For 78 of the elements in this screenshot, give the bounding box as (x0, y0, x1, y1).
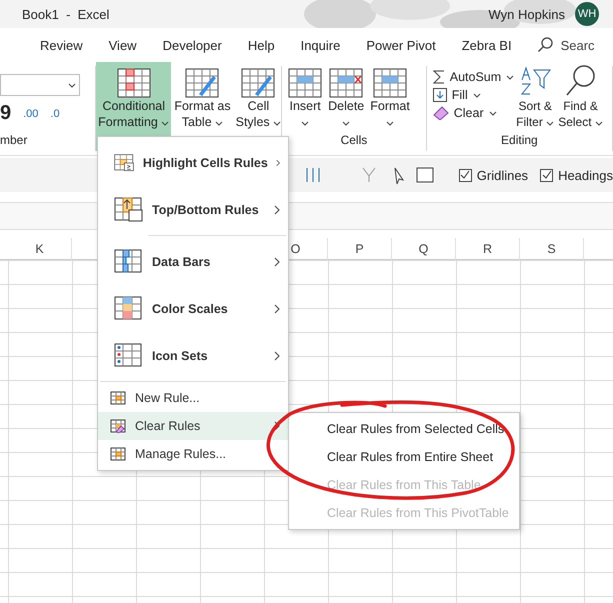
search-field[interactable]: Searc (560, 38, 595, 52)
chevron-icon (488, 110, 497, 116)
ribbon-button[interactable]: Insert (286, 62, 324, 133)
menu-item[interactable]: Clear Rules from Selected Cells (289, 415, 519, 443)
ribbon-tab[interactable]: Help (234, 38, 288, 52)
chevron-icon (506, 74, 514, 80)
ribbon-button[interactable]: Clear (432, 104, 514, 122)
ribbon-tab[interactable]: Inquire (288, 38, 354, 52)
column-header[interactable]: Q (392, 238, 456, 260)
new-rule-icon (110, 391, 126, 405)
clear-rules-icon (110, 419, 126, 433)
eraser-icon (432, 106, 449, 120)
ribbon-button[interactable]: Find & Select (556, 62, 605, 133)
menu-item[interactable]: New Rule... (98, 384, 288, 412)
chevron-icon (342, 121, 350, 126)
table-icon (185, 68, 220, 98)
icon-sets-icon (114, 342, 144, 368)
top-bottom-rules-icon (114, 196, 144, 222)
number-format-field[interactable] (0, 74, 80, 96)
color-scales-icon (114, 296, 144, 322)
table-icon (373, 68, 408, 98)
menu-item[interactable]: Clear Rules (98, 412, 288, 440)
chevron-right-icon (274, 256, 280, 266)
checkbox[interactable]: Headings (540, 168, 613, 182)
ribbon-button[interactable]: Sort & Filter (514, 62, 556, 133)
chevron-right-icon (274, 204, 280, 214)
ribbon-tab[interactable]: Power Pivot (353, 38, 449, 52)
data-bars-icon (114, 248, 144, 274)
window-title: Book1 - Excel (22, 6, 110, 22)
chevron-icon (386, 121, 394, 126)
fill-down-icon (432, 88, 447, 102)
menu-item[interactable]: Icon Sets (98, 332, 288, 379)
column-header[interactable]: P (328, 238, 392, 260)
chevron-icon (273, 121, 282, 126)
menu-item[interactable]: Clear Rules from Entire Sheet (289, 443, 519, 471)
ribbon-button[interactable]: Fill (432, 86, 514, 104)
chevron-icon (161, 121, 170, 126)
ribbon-button[interactable]: AutoSum (432, 68, 514, 86)
check-icon (460, 170, 470, 180)
comma-style-button[interactable]: 9 (0, 102, 12, 125)
chevron-icon (594, 121, 603, 126)
table-icon (116, 68, 151, 98)
ribbon-tab[interactable]: Developer (150, 38, 235, 52)
group-label: Cells (340, 133, 368, 149)
column-header[interactable]: S (520, 238, 584, 260)
check-icon (542, 170, 552, 180)
table-icon (329, 68, 364, 98)
column-header[interactable]: R (456, 238, 520, 260)
sum-icon (432, 70, 445, 84)
ribbon-tab[interactable]: Review (27, 38, 96, 52)
chevron-icon (215, 121, 224, 126)
menu-item[interactable]: Manage Rules... (98, 440, 288, 468)
chevron-right-icon (274, 350, 280, 360)
group-label: mber (0, 133, 28, 149)
menu-item[interactable]: Color Scales (98, 285, 288, 332)
chevron-right-icon (274, 304, 280, 314)
chevron-icon (301, 121, 310, 126)
table-icon (241, 68, 276, 98)
ribbon-tab[interactable]: View (96, 38, 150, 52)
avatar[interactable]: WH (575, 2, 599, 26)
increase-decimal-button[interactable]: .00 (23, 108, 38, 120)
checkbox[interactable]: Gridlines (458, 168, 528, 182)
chevron-right-icon (276, 158, 280, 168)
user-name: Wyn Hopkins (488, 6, 565, 22)
ribbon-button[interactable]: Delete (326, 62, 366, 133)
menu-item[interactable]: Top/Bottom Rules (98, 186, 288, 233)
chevron-icon (472, 92, 481, 98)
table-icon (288, 68, 322, 98)
chevron-icon (546, 121, 554, 126)
manage-rules-icon (110, 447, 126, 461)
chevron-icon (68, 82, 76, 88)
decrease-decimal-button[interactable]: .0 (50, 108, 60, 120)
search-icon (536, 37, 553, 53)
group-label: Editing (500, 133, 539, 149)
chevron-right-icon (274, 421, 280, 431)
ribbon-button[interactable]: Format (368, 62, 412, 133)
column-header[interactable]: K (8, 238, 72, 260)
ribbon-tab[interactable]: Zebra BI (448, 38, 525, 52)
